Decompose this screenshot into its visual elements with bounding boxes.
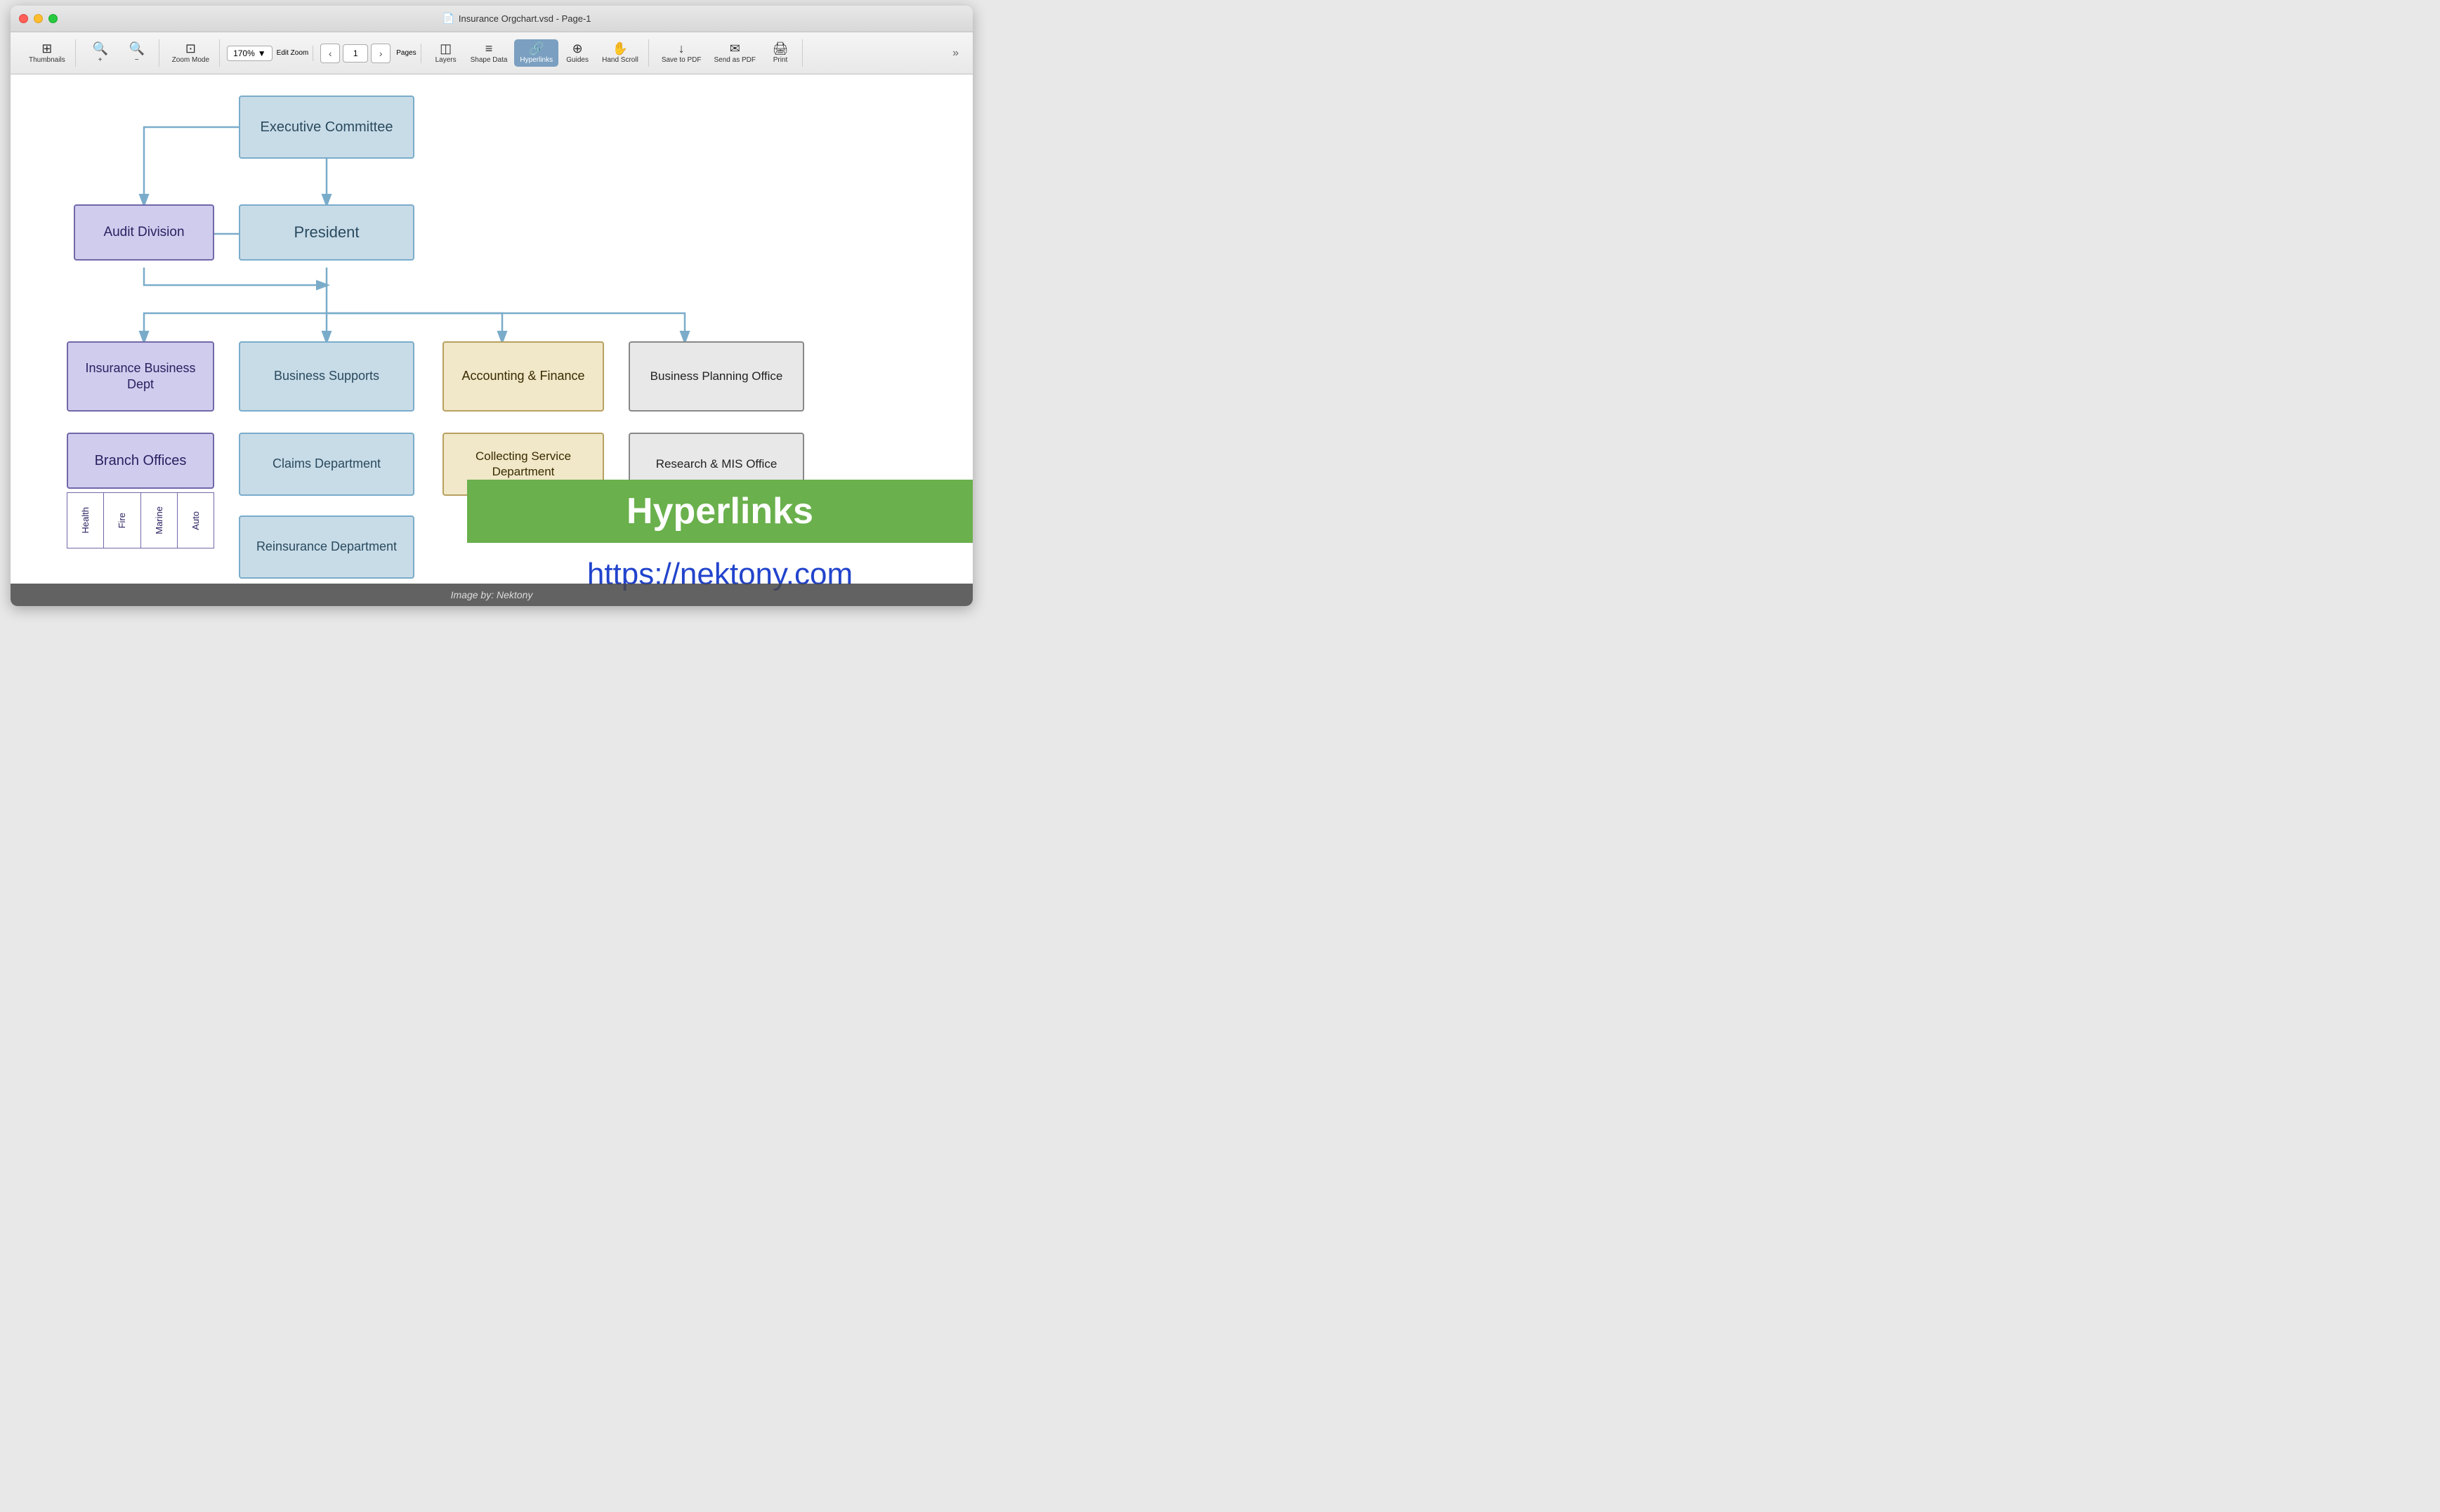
branch-auto: Auto <box>178 493 214 548</box>
zoom-in-button[interactable]: 🔍 + <box>83 39 118 67</box>
zoom-label-group: ⊡ Zoom Mode <box>162 39 220 67</box>
branch-health: Health <box>67 493 104 548</box>
executive-committee-box[interactable]: Executive Committee <box>239 96 414 159</box>
pages-label: Pages <box>396 49 416 57</box>
canvas-area: Executive Committee Audit Division Presi… <box>11 74 973 606</box>
hyperlinks-title: Hyperlinks <box>627 490 813 532</box>
edit-zoom-label: Edit Zoom <box>277 49 309 57</box>
zoom-label-button[interactable]: ⊡ Zoom Mode <box>166 39 215 67</box>
minimize-button[interactable] <box>34 14 43 23</box>
layers-label: Layers <box>435 56 457 64</box>
reinsurance-box[interactable]: Reinsurance Department <box>239 515 414 579</box>
hyperlinks-label: Hyperlinks <box>520 56 553 64</box>
thumbnails-button[interactable]: ⊞ Thumbnails <box>23 39 71 67</box>
claims-dept-box[interactable]: Claims Department <box>239 433 414 496</box>
window-title: Insurance Orgchart.vsd - Page-1 <box>459 13 591 24</box>
send-pdf-icon: ✉ <box>730 42 740 55</box>
shape-data-icon: ≡ <box>485 42 493 55</box>
branch-fire: Fire <box>104 493 140 548</box>
bottom-bar-text: Image by: Nektony <box>451 589 533 600</box>
save-pdf-icon: ↓ <box>678 42 685 55</box>
save-pdf-label: Save to PDF <box>662 56 702 64</box>
page-number: 1 <box>343 44 368 63</box>
print-icon: 🖨 <box>773 42 789 55</box>
title-bar-center: 📄 Insurance Orgchart.vsd - Page-1 <box>69 13 964 25</box>
accounting-finance-box[interactable]: Accounting & Finance <box>442 341 604 412</box>
toolbar-expand-button[interactable]: » <box>947 44 964 63</box>
business-planning-box[interactable]: Business Planning Office <box>629 341 804 412</box>
export-group: ↓ Save to PDF ✉ Send as PDF 🖨 Print <box>652 39 803 67</box>
hand-scroll-button[interactable]: ✋ Hand Scroll <box>596 39 644 67</box>
zoom-value-group: 170% ▼ Edit Zoom <box>223 46 313 61</box>
branch-marine: Marine <box>141 493 178 548</box>
zoom-value: 170% <box>233 48 255 58</box>
zoom-mode-icon: ⊡ <box>185 42 196 55</box>
traffic-lights <box>19 14 58 23</box>
hand-scroll-icon: ✋ <box>612 42 628 55</box>
view-tools-group: ◫ Layers ≡ Shape Data 🔗 Hyperlinks ⊕ Gui… <box>424 39 649 67</box>
prev-page-button[interactable]: ‹ <box>320 44 340 63</box>
hand-scroll-label: Hand Scroll <box>602 56 638 64</box>
pages-group: ‹ 1 › Pages <box>316 44 421 63</box>
maximize-button[interactable] <box>48 14 58 23</box>
president-box[interactable]: President <box>239 204 414 261</box>
guides-icon: ⊕ <box>572 42 583 55</box>
hyperlinks-button[interactable]: 🔗 Hyperlinks <box>514 39 558 67</box>
insurance-business-box[interactable]: Insurance Business Dept <box>67 341 214 412</box>
application-window: 📄 Insurance Orgchart.vsd - Page-1 ⊞ Thum… <box>11 6 973 606</box>
zoom-mode-label: Zoom Mode <box>172 56 209 64</box>
zoom-group: 🔍 + 🔍 − <box>79 39 159 67</box>
print-button[interactable]: 🖨 Print <box>763 39 798 67</box>
shape-data-button[interactable]: ≡ Shape Data <box>465 39 513 67</box>
zoom-display[interactable]: 170% ▼ <box>227 46 273 61</box>
thumbnails-icon: ⊞ <box>41 42 52 55</box>
thumbnails-group: ⊞ Thumbnails <box>19 39 76 67</box>
close-button[interactable] <box>19 14 28 23</box>
print-label: Print <box>773 56 788 64</box>
guides-button[interactable]: ⊕ Guides <box>560 39 595 67</box>
zoom-out-icon: 🔍 <box>129 42 144 55</box>
branch-subcells: Health Fire Marine Auto <box>67 492 214 548</box>
zoom-in-label: + <box>98 56 103 64</box>
zoom-in-icon: 🔍 <box>92 42 107 55</box>
audit-division-box[interactable]: Audit Division <box>74 204 214 261</box>
shape-data-label: Shape Data <box>471 56 508 64</box>
thumbnails-label: Thumbnails <box>29 56 65 64</box>
zoom-out-label: − <box>135 56 139 64</box>
title-bar: 📄 Insurance Orgchart.vsd - Page-1 <box>11 6 973 32</box>
branch-offices-box[interactable]: Branch Offices <box>67 433 214 489</box>
layers-button[interactable]: ◫ Layers <box>428 39 464 67</box>
hyperlinks-green-section: Hyperlinks <box>467 480 973 543</box>
next-page-button[interactable]: › <box>371 44 391 63</box>
zoom-dropdown-icon: ▼ <box>258 48 266 58</box>
send-pdf-label: Send as PDF <box>714 56 756 64</box>
business-supports-box[interactable]: Business Supports <box>239 341 414 412</box>
save-pdf-button[interactable]: ↓ Save to PDF <box>656 39 707 67</box>
bottom-bar: Image by: Nektony <box>11 584 973 606</box>
document-icon: 📄 <box>442 13 454 25</box>
toolbar: ⊞ Thumbnails 🔍 + 🔍 − ⊡ Zoom Mode 170% <box>11 32 973 74</box>
guides-label: Guides <box>566 56 589 64</box>
hyperlinks-icon: 🔗 <box>529 42 544 55</box>
send-pdf-button[interactable]: ✉ Send as PDF <box>709 39 761 67</box>
zoom-out-button[interactable]: 🔍 − <box>119 39 155 67</box>
layers-icon: ◫ <box>440 42 452 55</box>
